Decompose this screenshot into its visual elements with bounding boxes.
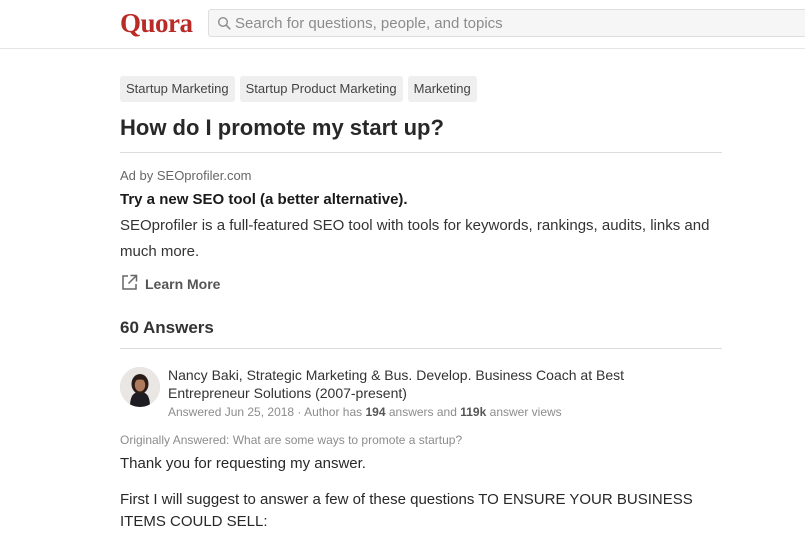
answer-item: Nancy Baki, Strategic Marketing & Bus. D… [120, 366, 722, 533]
quora-logo[interactable]: Quora [120, 8, 193, 39]
view-count-label: answer views [489, 405, 562, 419]
topic-tag[interactable]: Startup Marketing [120, 76, 235, 102]
answer-meta: Answered Jun 25, 2018 · Author has 194 a… [168, 404, 688, 420]
topic-tag[interactable]: Startup Product Marketing [239, 76, 403, 102]
topic-list: Startup Marketing Startup Product Market… [120, 76, 722, 102]
avatar[interactable] [120, 367, 160, 407]
search-icon [217, 16, 231, 35]
external-link-icon [120, 273, 139, 295]
ad-headline[interactable]: Try a new SEO tool (a better alternative… [120, 190, 722, 209]
author-info: Nancy Baki, Strategic Marketing & Bus. D… [168, 366, 688, 420]
question-title: How do I promote my start up? [120, 115, 444, 140]
search-bar[interactable] [208, 9, 805, 37]
answer-paragraph: Thank you for requesting my answer. [120, 455, 366, 472]
answer-count: 194 [365, 405, 386, 419]
topic-tag[interactable]: Marketing [407, 76, 477, 102]
ad-sponsor: Ad by SEOprofiler.com [120, 168, 252, 183]
ad-block: Ad by SEOprofiler.com Try a new SEO tool… [120, 168, 722, 295]
view-count: 119k [460, 405, 487, 419]
author-row: Nancy Baki, Strategic Marketing & Bus. D… [120, 366, 722, 420]
divider [120, 348, 722, 349]
learn-more-label: Learn More [145, 276, 221, 292]
top-header: Quora [0, 0, 805, 49]
answer-count-label: answers and [388, 405, 457, 419]
originally-answered[interactable]: Originally Answered: What are some ways … [120, 432, 722, 448]
answer-date: Answered Jun 25, 2018 · Author has [168, 405, 363, 419]
main-content: Startup Marketing Startup Product Market… [120, 76, 722, 533]
author-credential[interactable]: Nancy Baki, Strategic Marketing & Bus. D… [168, 366, 688, 402]
learn-more-link[interactable]: Learn More [120, 273, 230, 295]
ad-body: SEOprofiler is a full-featured SEO tool … [120, 217, 710, 260]
answer-paragraph: First I will suggest to answer a few of … [120, 491, 693, 530]
divider [120, 152, 722, 153]
answers-count: 60 Answers [120, 318, 214, 337]
search-input[interactable] [235, 10, 795, 36]
